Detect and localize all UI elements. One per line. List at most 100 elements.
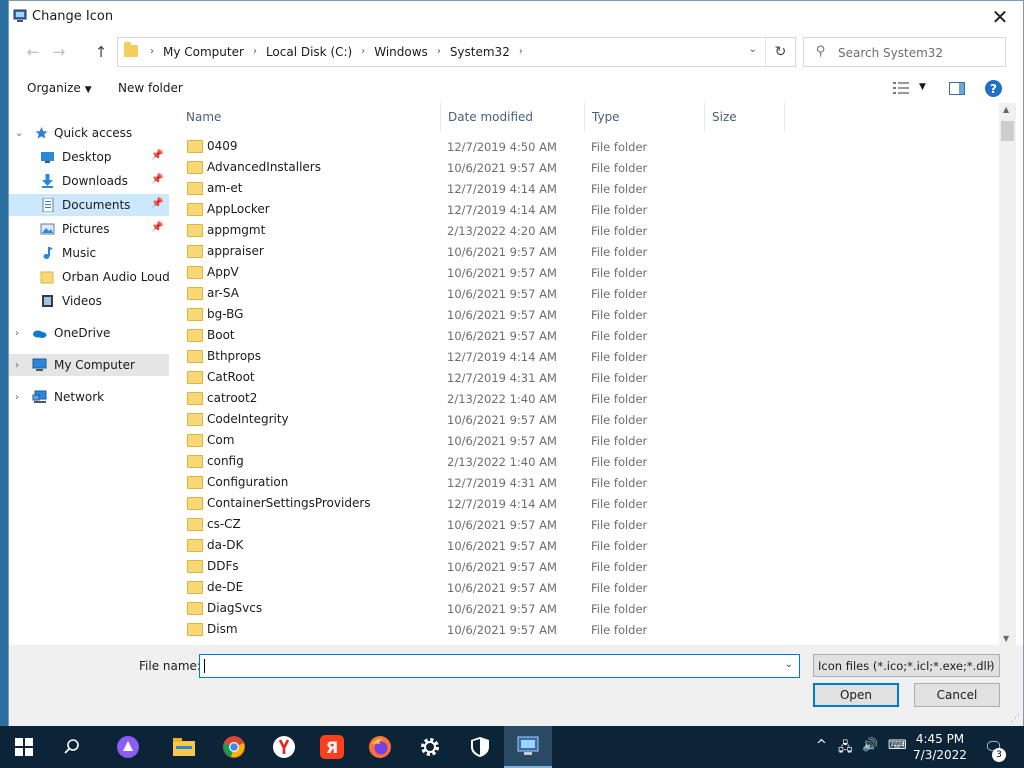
nav-my-computer[interactable]: › My Computer bbox=[9, 354, 169, 376]
table-row[interactable]: AppV 10/6/2021 9:57 AM File folder bbox=[179, 262, 789, 283]
forward-button[interactable]: → bbox=[47, 41, 71, 63]
chevron-down-icon[interactable]: ⌄ bbox=[15, 128, 23, 139]
nav-orban-audio[interactable]: Orban Audio Loudr bbox=[9, 266, 169, 288]
nav-onedrive[interactable]: › OneDrive bbox=[9, 322, 169, 344]
vertical-scrollbar[interactable]: ▲ ▼ bbox=[999, 103, 1016, 645]
new-folder-button[interactable]: New folder bbox=[118, 81, 183, 95]
file-name: cs-CZ bbox=[207, 517, 241, 531]
chevron-down-icon[interactable]: ⌄ bbox=[785, 659, 793, 670]
file-date-modified: 2/13/2022 1:40 AM bbox=[447, 455, 557, 469]
table-row[interactable]: Boot 10/6/2021 9:57 AM File folder bbox=[179, 325, 789, 346]
pin-icon[interactable]: 📌 bbox=[151, 150, 163, 161]
start-button[interactable] bbox=[0, 726, 48, 768]
up-button[interactable]: ↑ bbox=[89, 41, 113, 63]
table-row[interactable]: 0409 12/7/2019 4:50 AM File folder bbox=[179, 136, 789, 157]
column-header-size[interactable]: Size bbox=[705, 103, 785, 131]
table-row[interactable]: DDFs 10/6/2021 9:57 AM File folder bbox=[179, 556, 789, 577]
table-row[interactable]: bg-BG 10/6/2021 9:57 AM File folder bbox=[179, 304, 789, 325]
column-header-name[interactable]: ^ Name bbox=[179, 103, 441, 131]
taskbar-display-settings[interactable] bbox=[504, 726, 552, 768]
scroll-thumb[interactable] bbox=[1001, 121, 1014, 141]
view-dropdown-icon[interactable]: ▼ bbox=[919, 82, 926, 92]
network-status-icon[interactable]: 🖧 bbox=[838, 738, 853, 760]
close-button[interactable]: ✕ bbox=[977, 1, 1023, 33]
table-row[interactable]: am-et 12/7/2019 4:14 AM File folder bbox=[179, 178, 789, 199]
back-button[interactable]: ← bbox=[21, 41, 45, 63]
view-options-icon[interactable] bbox=[893, 82, 909, 94]
scroll-up-icon[interactable]: ▲ bbox=[1003, 105, 1009, 114]
table-row[interactable]: da-DK 10/6/2021 9:57 AM File folder bbox=[179, 535, 789, 556]
table-row[interactable]: CodeIntegrity 10/6/2021 9:57 AM File folde… bbox=[179, 409, 789, 430]
nav-pictures[interactable]: Pictures 📌 bbox=[9, 218, 169, 240]
nav-quick-access[interactable]: ⌄ Quick access bbox=[9, 122, 169, 144]
organize-button[interactable]: Organize ▼ bbox=[27, 81, 92, 95]
table-row[interactable]: ar-SA 10/6/2021 9:57 AM File folder bbox=[179, 283, 789, 304]
chevron-right-icon[interactable]: › bbox=[515, 45, 527, 59]
nav-network[interactable]: › Network bbox=[9, 386, 169, 408]
chevron-right-icon[interactable]: › bbox=[249, 45, 261, 59]
table-row[interactable]: Dism 10/6/2021 9:57 AM File folder bbox=[179, 619, 789, 640]
table-row[interactable]: Com 10/6/2021 9:57 AM File folder bbox=[179, 430, 789, 451]
nav-documents[interactable]: Documents 📌 bbox=[9, 194, 169, 216]
chevron-down-icon[interactable]: ⌄ bbox=[749, 44, 757, 55]
file-name-field[interactable]: ⌄ bbox=[199, 654, 800, 678]
table-row[interactable]: CatRoot 12/7/2019 4:31 AM File folder bbox=[179, 367, 789, 388]
preview-pane-icon[interactable] bbox=[949, 82, 965, 95]
taskbar-yandex[interactable]: Я bbox=[308, 726, 356, 768]
table-row[interactable]: DiagSvcs 10/6/2021 9:57 AM File folder bbox=[179, 598, 789, 619]
cancel-button[interactable]: Cancel bbox=[914, 683, 1000, 707]
refresh-button[interactable]: ↻ bbox=[765, 38, 795, 66]
table-row[interactable]: de-DE 10/6/2021 9:57 AM File folder bbox=[179, 577, 789, 598]
chevron-up-icon[interactable]: ^ bbox=[816, 738, 827, 753]
chevron-right-icon[interactable]: › bbox=[357, 45, 369, 59]
file-type: File folder bbox=[591, 224, 648, 238]
table-row[interactable]: appmgmt 2/13/2022 4:20 AM File folder bbox=[179, 220, 789, 241]
table-row[interactable]: cs-CZ 10/6/2021 9:57 AM File folder bbox=[179, 514, 789, 535]
resize-grip-icon[interactable]: ⋰ bbox=[1011, 714, 1020, 724]
taskbar-windows-security[interactable] bbox=[456, 726, 504, 768]
scroll-down-icon[interactable]: ▼ bbox=[1003, 634, 1009, 643]
taskbar-chrome[interactable] bbox=[210, 726, 258, 768]
taskbar-file-explorer[interactable] bbox=[160, 726, 208, 768]
chevron-right-icon[interactable]: › bbox=[433, 45, 445, 59]
chevron-right-icon[interactable]: › bbox=[15, 392, 19, 403]
chevron-right-icon[interactable]: › bbox=[15, 360, 19, 371]
breadcrumb-local-disk[interactable]: Local Disk (C:) bbox=[261, 45, 357, 59]
table-row[interactable]: config 2/13/2022 1:40 AM File folder bbox=[179, 451, 789, 472]
search-input[interactable]: ⚲ Search System32 bbox=[803, 37, 1006, 67]
clock[interactable]: 4:45 PM 7/3/2022 bbox=[910, 731, 970, 763]
volume-icon[interactable]: 🔊 bbox=[862, 738, 878, 753]
taskbar-yandex-browser[interactable] bbox=[260, 726, 308, 768]
nav-videos[interactable]: Videos bbox=[9, 290, 169, 312]
alice-icon bbox=[117, 736, 139, 758]
table-row[interactable]: AdvancedInstallers 10/6/2021 9:57 AM File … bbox=[179, 157, 789, 178]
table-row[interactable]: Bthprops 12/7/2019 4:14 AM File folder bbox=[179, 346, 789, 367]
table-row[interactable]: catroot2 2/13/2022 1:40 AM File folder bbox=[179, 388, 789, 409]
breadcrumb-windows[interactable]: Windows bbox=[369, 45, 433, 59]
table-row[interactable]: Configuration 12/7/2019 4:31 AM File folde… bbox=[179, 472, 789, 493]
taskbar-alice[interactable] bbox=[104, 726, 152, 768]
column-header-date[interactable]: Date modified bbox=[441, 103, 585, 131]
table-row[interactable]: ContainerSettingsProviders 12/7/2019 4:14… bbox=[179, 493, 789, 514]
table-row[interactable]: appraiser 10/6/2021 9:57 AM File folder bbox=[179, 241, 789, 262]
address-bar[interactable]: › My Computer › Local Disk (C:) › Window… bbox=[117, 37, 796, 67]
column-header-type[interactable]: Type bbox=[585, 103, 705, 131]
breadcrumb-my-computer[interactable]: My Computer bbox=[158, 45, 249, 59]
keyboard-language-icon[interactable]: ⌨ bbox=[888, 738, 907, 753]
clock-date: 7/3/2022 bbox=[913, 748, 967, 762]
chevron-right-icon[interactable]: › bbox=[15, 328, 19, 339]
nav-downloads[interactable]: Downloads 📌 bbox=[9, 170, 169, 192]
help-icon[interactable]: ? bbox=[985, 80, 1002, 97]
pin-icon[interactable]: 📌 bbox=[151, 198, 163, 209]
taskbar-search-button[interactable] bbox=[48, 726, 96, 768]
file-type-select[interactable]: Icon files (*.ico;*.icl;*.exe;*.dll) ⌄ bbox=[813, 654, 1000, 677]
pin-icon[interactable]: 📌 bbox=[151, 222, 163, 233]
taskbar-firefox[interactable] bbox=[356, 726, 404, 768]
table-row[interactable]: AppLocker 12/7/2019 4:14 AM File folder bbox=[179, 199, 789, 220]
taskbar-settings[interactable] bbox=[406, 726, 454, 768]
open-button[interactable]: Open bbox=[813, 683, 899, 707]
breadcrumb-system32[interactable]: System32 bbox=[445, 45, 515, 59]
pin-icon[interactable]: 📌 bbox=[151, 174, 163, 185]
nav-desktop[interactable]: Desktop 📌 bbox=[9, 146, 169, 168]
nav-music[interactable]: Music bbox=[9, 242, 169, 264]
